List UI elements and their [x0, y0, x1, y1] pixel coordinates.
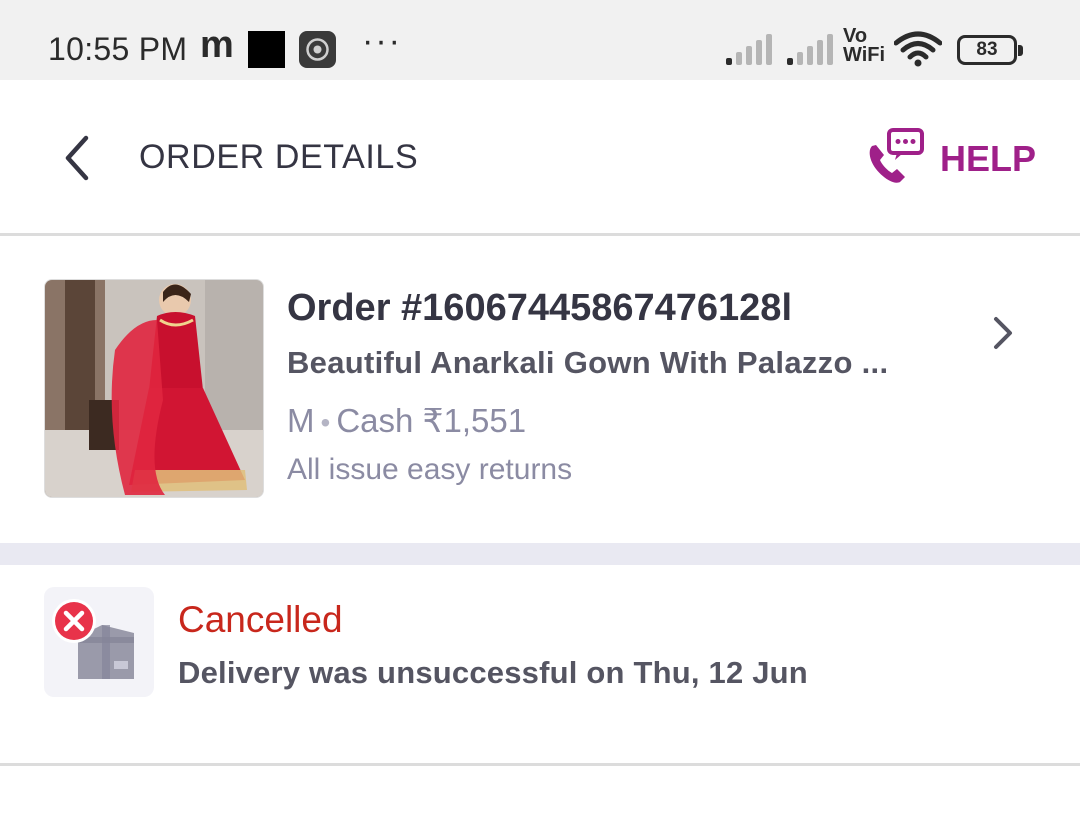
page-title: ORDER DETAILS — [139, 138, 419, 176]
chevron-right-icon — [994, 317, 1012, 349]
more-notifications-icon: ··· — [362, 22, 402, 60]
payment-info: Cash ₹1,551 — [336, 402, 527, 439]
camera-notification-icon — [299, 31, 336, 68]
vowifi-indicator: Vo WiFi — [843, 26, 886, 66]
battery-icon: 83 — [957, 35, 1023, 65]
signal-strength-icon — [726, 34, 772, 65]
help-phone-chat-icon — [869, 128, 924, 183]
order-number: Order #16067445867476128l — [287, 287, 793, 329]
product-image — [44, 279, 264, 498]
return-policy: All issue easy returns — [287, 453, 573, 486]
help-label: HELP — [940, 138, 1037, 179]
bottom-divider — [0, 763, 1080, 766]
status-bar: 10:55 PM m ··· Vo WiFi 83 — [0, 0, 1080, 80]
separator-dot: • — [320, 407, 331, 438]
back-button[interactable] — [52, 130, 102, 186]
order-card[interactable]: Order #16067445867476128l Beautiful Anar… — [0, 239, 1080, 543]
help-button[interactable]: HELP — [864, 124, 1044, 190]
product-name: Beautiful Anarkali Gown With Palazzo ... — [287, 345, 889, 380]
notification-square-icon — [248, 31, 285, 68]
wifi-icon — [894, 31, 942, 67]
status-time: 10:55 PM — [48, 31, 188, 67]
status-title: Cancelled — [178, 599, 343, 640]
app-notification-icon: m — [200, 24, 234, 66]
section-divider — [0, 543, 1080, 565]
app-header: ORDER DETAILS HELP — [0, 80, 1080, 236]
size-value: M — [287, 402, 315, 439]
cancelled-package-icon — [44, 587, 154, 697]
order-status-section: Cancelled Delivery was unsuccessful on T… — [0, 565, 1080, 763]
back-arrow-icon — [65, 135, 89, 181]
status-description: Delivery was unsuccessful on Thu, 12 Jun — [178, 655, 808, 690]
signal-strength-2-icon — [787, 34, 833, 65]
order-meta: M • Cash ₹1,551 — [287, 401, 526, 440]
vowifi-bottom-text: WiFi — [843, 44, 886, 66]
